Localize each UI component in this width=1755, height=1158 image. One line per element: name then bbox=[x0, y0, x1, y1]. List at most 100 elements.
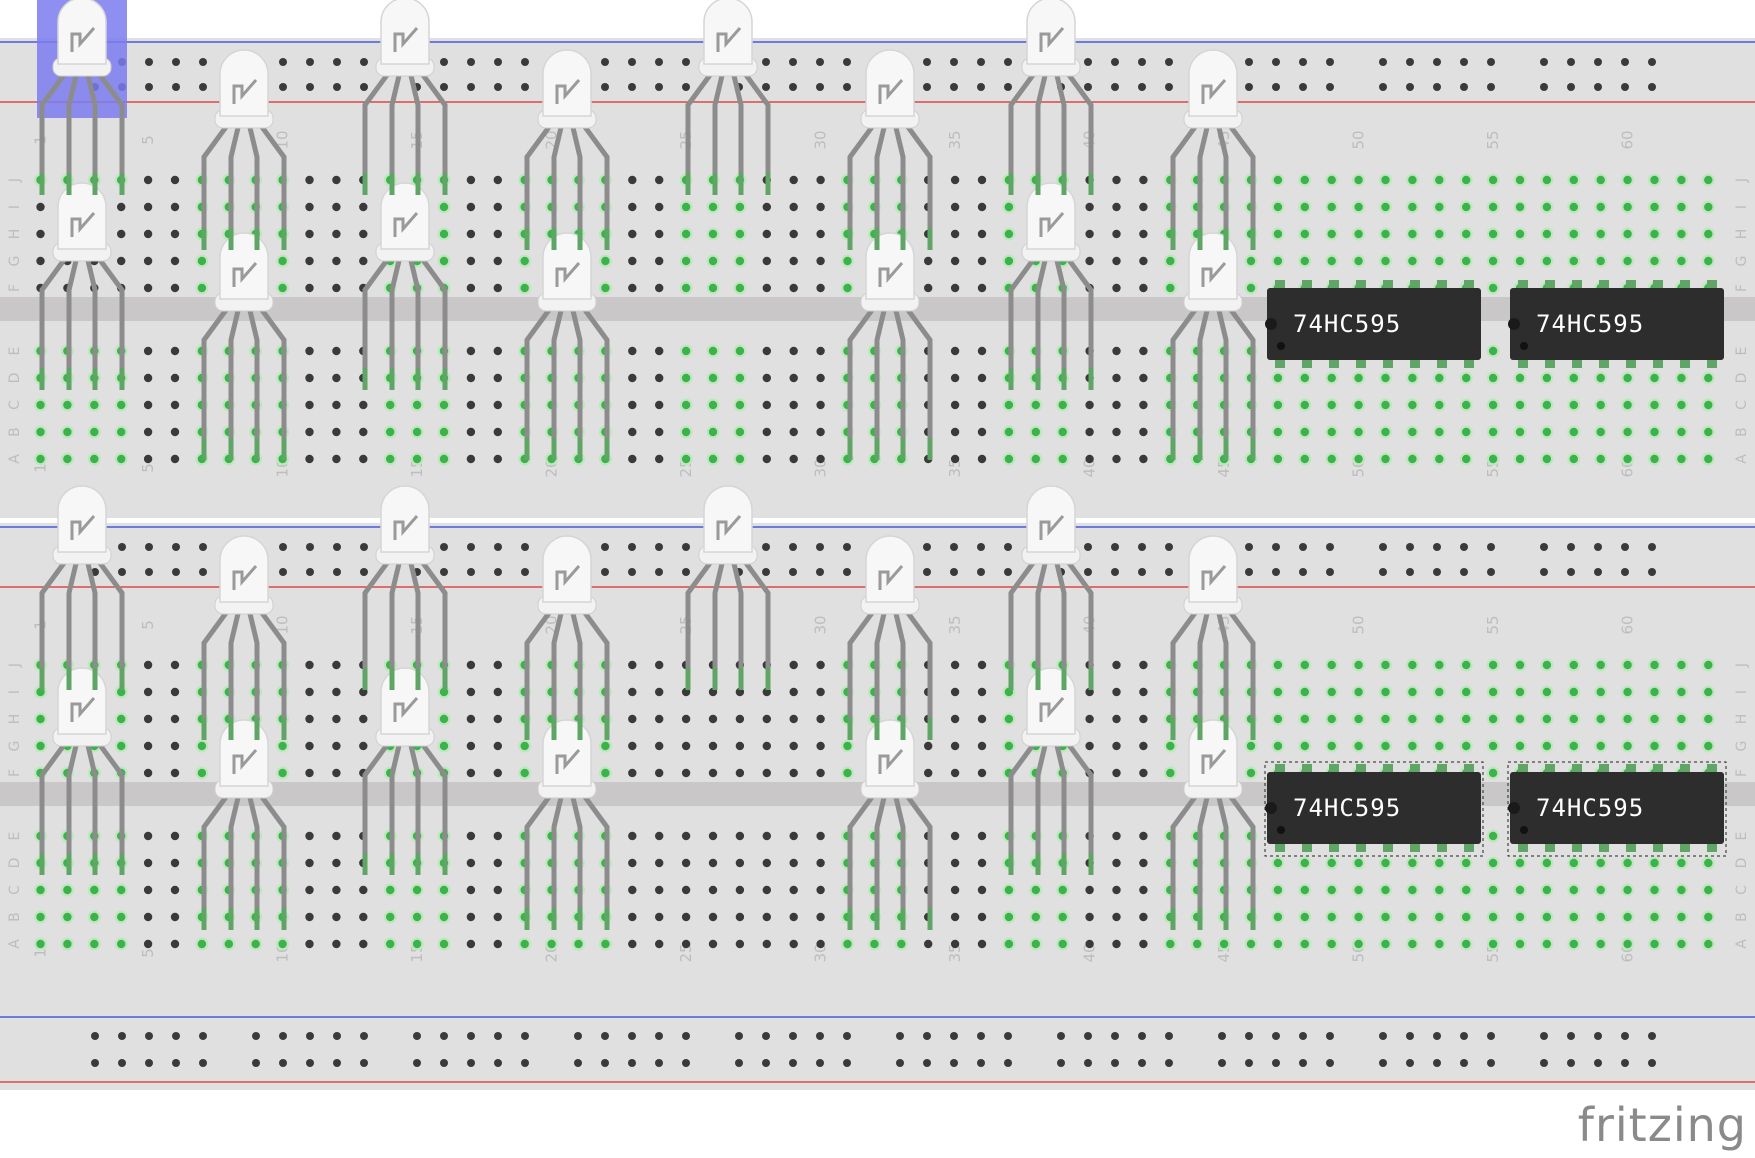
breadboard-hole bbox=[1542, 256, 1552, 266]
rail-hole bbox=[145, 568, 153, 576]
breadboard-hole bbox=[1515, 229, 1525, 239]
rail-hole bbox=[1406, 543, 1414, 551]
breadboard-hole bbox=[1435, 885, 1444, 895]
rail-hole bbox=[306, 58, 314, 66]
breadboard-hole bbox=[1623, 885, 1632, 895]
breadboard-hole bbox=[143, 373, 153, 383]
breadboard-hole bbox=[735, 741, 745, 751]
breadboard-hole bbox=[735, 454, 745, 464]
breadboard-hole bbox=[950, 885, 960, 895]
breadboard-hole bbox=[170, 831, 180, 841]
breadboard-hole bbox=[1677, 858, 1686, 868]
breadboard-hole bbox=[1408, 858, 1417, 868]
breadboard-hole bbox=[332, 175, 341, 185]
breadboard-hole bbox=[816, 454, 825, 464]
breadboard-hole bbox=[1677, 687, 1686, 697]
rail-hole bbox=[923, 1032, 931, 1040]
breadboard-hole bbox=[305, 454, 314, 464]
breadboard-hole bbox=[1435, 454, 1444, 464]
breadboard-hole bbox=[1004, 885, 1014, 895]
rail-hole bbox=[1272, 83, 1280, 91]
breadboard-hole bbox=[1031, 885, 1041, 895]
breadboard-hole bbox=[1569, 912, 1579, 922]
breadboard-hole bbox=[1435, 175, 1444, 185]
chip-label: 74HC595 bbox=[1293, 794, 1401, 822]
breadboard-hole bbox=[36, 427, 45, 437]
breadboard-hole bbox=[1246, 256, 1256, 266]
breadboard-hole bbox=[63, 454, 72, 464]
led-dome bbox=[219, 232, 269, 300]
row-letter: G bbox=[1734, 256, 1750, 267]
breadboard-hole bbox=[1273, 202, 1283, 212]
breadboard-hole bbox=[1435, 400, 1444, 410]
breadboard-hole bbox=[735, 858, 745, 868]
breadboard-hole bbox=[816, 256, 825, 266]
rail-hole bbox=[574, 1059, 582, 1067]
breadboard-hole bbox=[1273, 427, 1283, 437]
breadboard-hole bbox=[628, 175, 637, 185]
breadboard-hole bbox=[789, 256, 798, 266]
breadboard-hole bbox=[1085, 714, 1094, 724]
led-dome bbox=[380, 667, 430, 735]
breadboard-hole bbox=[1488, 256, 1498, 266]
breadboard-hole bbox=[359, 714, 368, 724]
breadboard-hole bbox=[1650, 885, 1659, 895]
breadboard-hole bbox=[977, 346, 987, 356]
breadboard-hole bbox=[466, 858, 476, 868]
rail-hole bbox=[1272, 543, 1280, 551]
rail-hole bbox=[1138, 543, 1146, 551]
rail-hole bbox=[1245, 1059, 1253, 1067]
breadboard-hole bbox=[1488, 229, 1498, 239]
row-letter: B bbox=[7, 912, 23, 922]
breadboard-hole bbox=[708, 202, 718, 212]
row-letter: I bbox=[7, 205, 23, 209]
breadboard-hole bbox=[1515, 912, 1525, 922]
rail-hole bbox=[923, 58, 931, 66]
breadboard-hole bbox=[386, 912, 395, 922]
rail-hole bbox=[843, 58, 851, 66]
breadboard-hole bbox=[90, 885, 99, 895]
breadboard-hole bbox=[170, 714, 180, 724]
chip-74hc595: 74HC595 bbox=[1265, 280, 1481, 368]
breadboard-hole bbox=[655, 202, 664, 212]
breadboard-hole bbox=[1085, 202, 1094, 212]
rail-hole bbox=[1299, 1059, 1307, 1067]
rail-hole bbox=[977, 58, 985, 66]
breadboard-hole bbox=[762, 885, 771, 895]
rail-hole bbox=[977, 543, 985, 551]
breadboard-hole bbox=[1300, 202, 1310, 212]
breadboard-hole bbox=[789, 454, 798, 464]
breadboard-hole bbox=[1112, 858, 1121, 868]
breadboard-hole bbox=[681, 858, 691, 868]
breadboard-hole bbox=[1435, 912, 1444, 922]
breadboard-hole bbox=[493, 400, 502, 410]
breadboard-hole bbox=[1381, 256, 1390, 266]
breadboard-hole bbox=[143, 283, 153, 293]
row-letter: A bbox=[1734, 939, 1750, 949]
breadboard-hole bbox=[1650, 400, 1659, 410]
rail-hole bbox=[1594, 1032, 1602, 1040]
breadboard-hole bbox=[1381, 885, 1390, 895]
breadboard-hole bbox=[1569, 400, 1579, 410]
breadboard-hole bbox=[332, 741, 341, 751]
row-letter: I bbox=[7, 690, 23, 694]
rail-hole bbox=[467, 543, 475, 551]
breadboard-hole bbox=[816, 741, 825, 751]
breadboard-hole bbox=[950, 229, 960, 239]
breadboard-hole bbox=[1435, 714, 1444, 724]
rail-hole bbox=[440, 1059, 448, 1067]
breadboard-hole bbox=[1139, 687, 1148, 697]
rail-hole bbox=[816, 568, 824, 576]
breadboard-hole bbox=[1596, 427, 1605, 437]
rail-hole bbox=[1138, 83, 1146, 91]
breadboard-hole bbox=[466, 687, 476, 697]
rail-hole bbox=[682, 1059, 690, 1067]
breadboard-hole bbox=[36, 229, 45, 239]
breadboard-hole bbox=[117, 202, 126, 212]
breadboard-hole bbox=[1542, 175, 1552, 185]
breadboard-hole bbox=[601, 256, 610, 266]
breadboard-hole bbox=[628, 427, 637, 437]
breadboard-hole bbox=[1542, 714, 1552, 724]
breadboard-hole bbox=[143, 939, 153, 949]
rail-hole bbox=[118, 568, 126, 576]
